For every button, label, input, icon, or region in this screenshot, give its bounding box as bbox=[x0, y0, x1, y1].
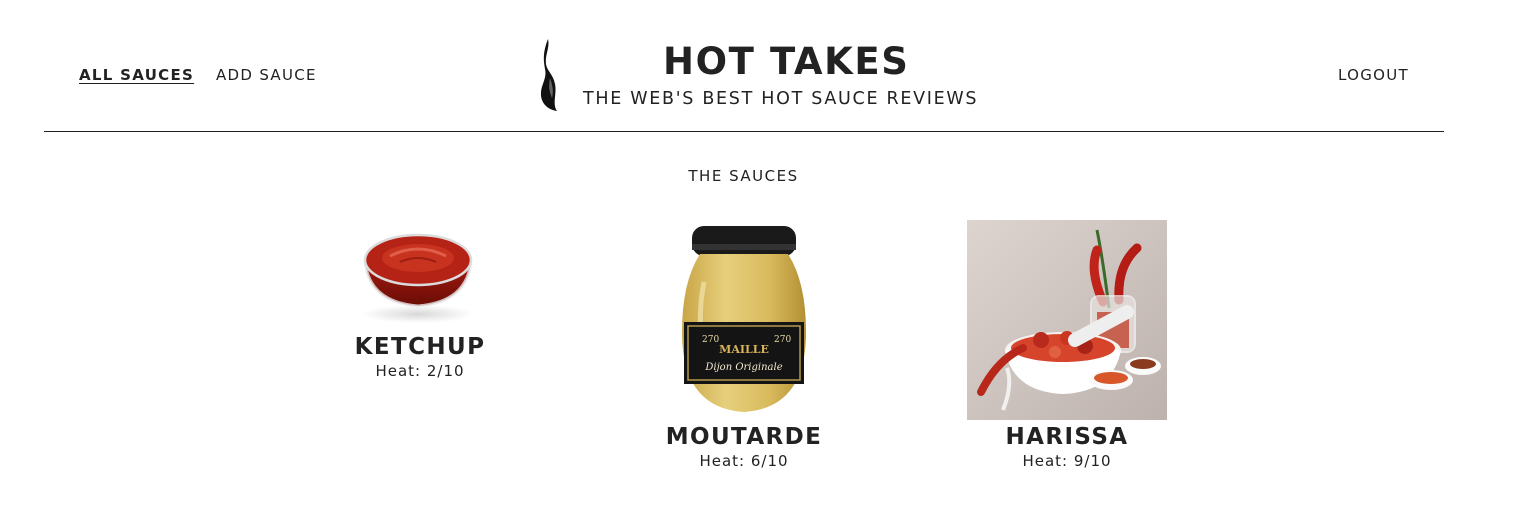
harissa-image bbox=[967, 220, 1167, 424]
nav-all-sauces[interactable]: ALL SAUCES bbox=[79, 66, 194, 84]
moutarde-image: 270 270 MAILLE Dijon Originale bbox=[644, 222, 844, 424]
logout-link[interactable]: LOGOUT bbox=[1338, 66, 1409, 84]
jar-label-weight-right: 270 bbox=[774, 335, 791, 345]
sauce-name: MOUTARDE bbox=[665, 424, 823, 450]
sauce-heat: Heat: 2/10 bbox=[375, 362, 465, 380]
flame-icon bbox=[540, 39, 557, 111]
sauce-name: HARISSA bbox=[1005, 424, 1129, 450]
sauce-heat: Heat: 9/10 bbox=[1022, 452, 1112, 470]
jar-label-brand: MAILLE bbox=[719, 343, 769, 356]
section-title: THE SAUCES bbox=[688, 167, 799, 185]
sauce-name: KETCHUP bbox=[354, 334, 486, 360]
jar-label-weight-left: 270 bbox=[702, 335, 719, 345]
site-subtitle: THE WEB'S BEST HOT SAUCE REVIEWS bbox=[583, 89, 979, 109]
sauce-card-ketchup[interactable]: KETCHUP Heat: 2/10 bbox=[320, 222, 520, 381]
nav-add-sauce[interactable]: ADD SAUCE bbox=[216, 66, 317, 84]
sauce-heat: Heat: 6/10 bbox=[699, 452, 789, 470]
site-header: ALL SAUCES ADD SAUCE HOT TAKES THE WEB'S… bbox=[44, 0, 1444, 132]
site-title: HOT TAKES bbox=[663, 40, 910, 83]
jar-label-product: Dijon Originale bbox=[704, 362, 782, 373]
sauce-card-harissa[interactable]: HARISSA Heat: 9/10 bbox=[967, 220, 1167, 471]
ketchup-image bbox=[320, 222, 520, 334]
sauce-card-moutarde[interactable]: 270 270 MAILLE Dijon Originale MOUTARDE … bbox=[644, 222, 844, 471]
